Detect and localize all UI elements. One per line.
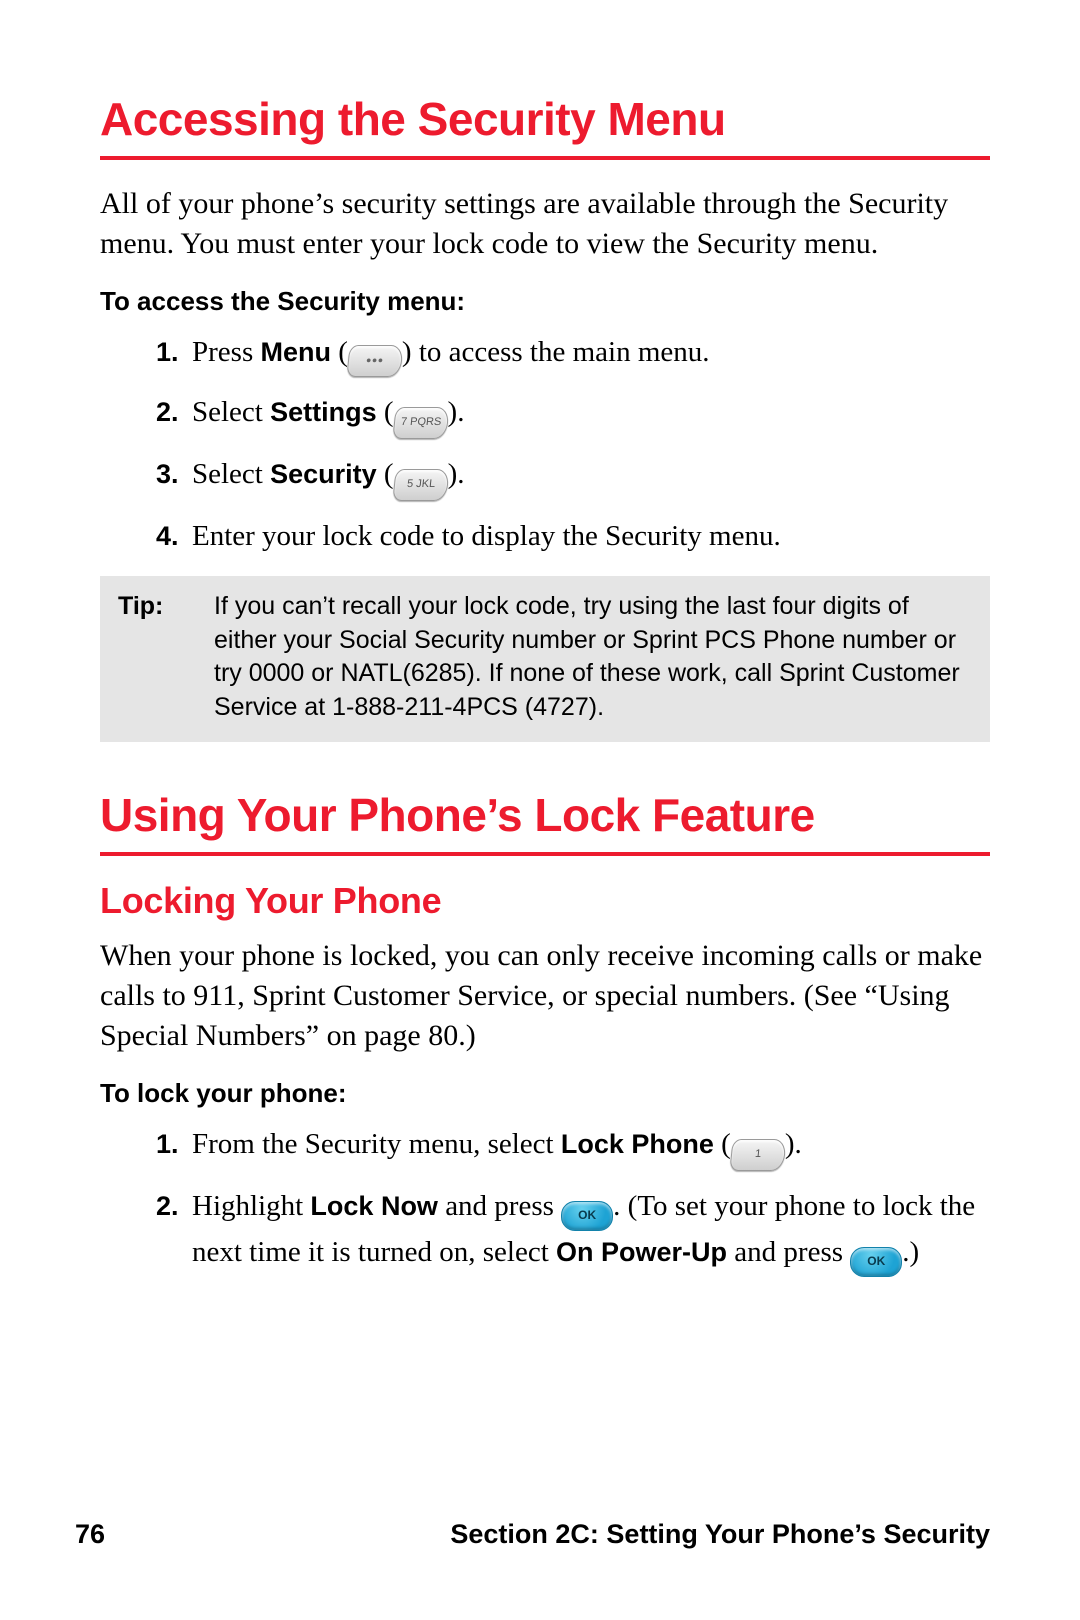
tip-box: Tip: If you can’t recall your lock code,… [100,576,990,742]
key-5-icon: 5 JKL [392,469,449,501]
tip-body: If you can’t recall your lock code, try … [214,590,966,724]
step-text: Enter your lock code to display the Secu… [192,520,781,552]
step-item: Select Settings (7 PQRS). [186,391,990,439]
step-item: Enter your lock code to display the Secu… [186,515,990,559]
step-text: ( [377,396,394,428]
step-text: ) to access the main menu. [402,336,710,368]
step-text: Press [192,336,260,368]
steps-lock-phone: From the Security menu, select Lock Phon… [100,1123,990,1277]
step-text: ( [714,1128,731,1160]
step-text: and press [727,1236,850,1268]
step-text: ). [448,458,465,490]
step-text: Select [192,458,270,490]
menu-label-menu: Menu [260,337,331,367]
menu-key-icon [346,345,403,377]
step-item: Highlight Lock Now and press OK. (To set… [186,1185,990,1277]
footer-section-title: Section 2C: Setting Your Phone’s Securit… [450,1519,990,1550]
step-text: ( [377,458,394,490]
tip-label: Tip: [118,590,214,724]
intro-paragraph-1: All of your phone’s security settings ar… [100,184,990,264]
task-label-access-security: To access the Security menu: [100,286,990,317]
intro-paragraph-2: When your phone is locked, you can only … [100,936,990,1056]
step-item: From the Security menu, select Lock Phon… [186,1123,990,1171]
key-7-icon: 7 PQRS [392,407,449,439]
page-number: 76 [75,1519,105,1550]
step-text: From the Security menu, select [192,1128,561,1160]
step-text: .) [902,1236,919,1268]
step-text: Select [192,396,270,428]
menu-label-security: Security [270,459,377,489]
page-footer: 76 Section 2C: Setting Your Phone’s Secu… [0,1519,1080,1550]
ok-key-icon: OK [850,1247,902,1277]
heading-using-lock-feature: Using Your Phone’s Lock Feature [100,788,990,856]
task-label-lock-phone: To lock your phone: [100,1078,990,1109]
step-text: ). [785,1128,802,1160]
key-1-icon: 1 [729,1139,786,1171]
steps-access-security: Press Menu () to access the main menu. S… [100,331,990,559]
menu-label-settings: Settings [270,397,377,427]
subheading-locking-your-phone: Locking Your Phone [100,880,990,922]
menu-label-lock-phone: Lock Phone [561,1129,714,1159]
step-text: and press [438,1190,561,1222]
step-text: ). [448,396,465,428]
step-item: Press Menu ( ) to access the main menu. [186,331,990,377]
heading-accessing-security-menu: Accessing the Security Menu [100,92,990,160]
ok-key-icon: OK [561,1201,613,1231]
step-text: ( [331,336,348,368]
menu-label-lock-now: Lock Now [310,1191,438,1221]
menu-label-on-power-up: On Power-Up [556,1237,727,1267]
step-text: Highlight [192,1190,310,1222]
step-item: Select Security (5 JKL). [186,453,990,501]
